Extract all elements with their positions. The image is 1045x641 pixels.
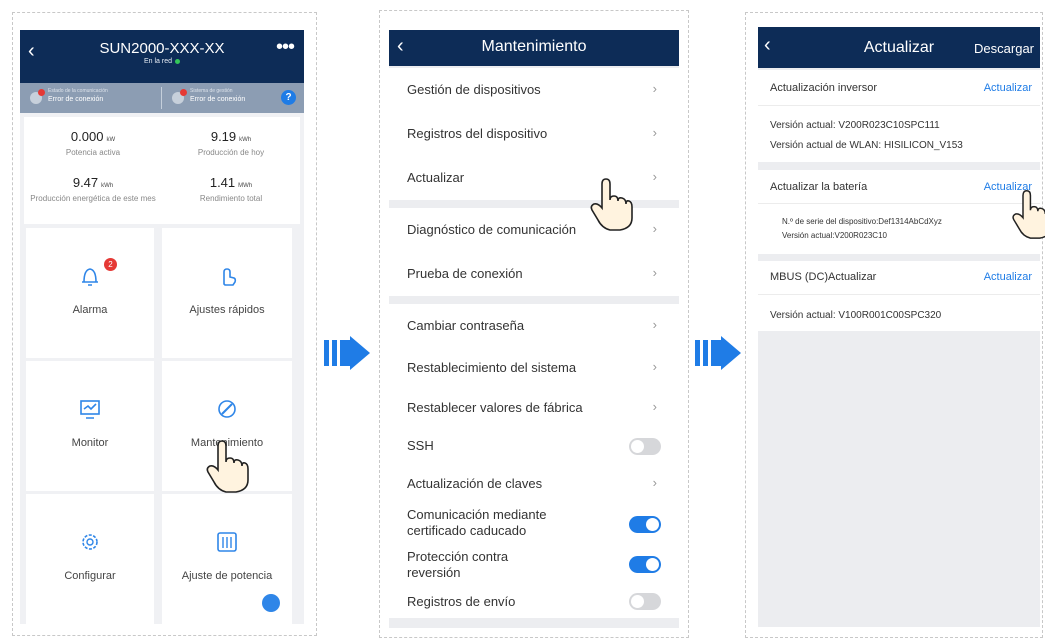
help-icon[interactable]: ? [281, 90, 296, 105]
tile-quick-settings[interactable]: Ajustes rápidos [162, 228, 292, 358]
upgrade-screen: ‹ Actualizar Descargar Actualización inv… [758, 27, 1040, 627]
menu-item-device-management[interactable]: Gestión de dispositivos › [389, 68, 679, 112]
app-header: ‹ SUN2000-XXX-XX En la red ••• [20, 30, 304, 83]
kpi-active-power: 0.000 kW Potencia activa [65, 129, 121, 157]
upgrade-inverter-button[interactable]: Actualizar [984, 82, 1032, 94]
kpi-month-yield: 9.47 kWh Producción energética de este me… [30, 175, 156, 203]
section-inverter-upgrade: Actualización inversor Actualizar Versió… [758, 70, 1040, 162]
send-logs-toggle[interactable] [629, 593, 661, 610]
chart-fab-icon[interactable] [262, 594, 280, 612]
home-screen: ‹ SUN2000-XXX-XX En la red ••• Estado de… [20, 30, 304, 624]
chevron-right-icon: › [652, 81, 657, 96]
chevron-right-icon: › [652, 169, 657, 184]
device-title: SUN2000-XXX-XX [99, 40, 225, 57]
app-header: ‹ Mantenimiento [389, 30, 679, 66]
menu-item-key-update[interactable]: Actualización de claves › [389, 462, 679, 506]
upgrade-mbus-button[interactable]: Actualizar [984, 271, 1032, 283]
bell-icon [82, 268, 98, 286]
page-title: Mantenimiento [481, 38, 587, 55]
rollback-toggle[interactable] [629, 556, 661, 573]
tap-hand-icon [1012, 190, 1045, 239]
kpi-panel: 0.000 kW Potencia activa 9.19 kWh Producci… [24, 117, 300, 224]
tile-monitor[interactable]: Monitor [26, 361, 154, 491]
menu-item-device-logs[interactable]: Registros del dispositivo › [389, 112, 679, 156]
more-icon[interactable]: ••• [276, 36, 295, 59]
menu-item-comm-diagnosis[interactable]: Diagnóstico de comunicación › [389, 208, 679, 252]
chevron-right-icon: › [652, 399, 657, 414]
alarm-count-badge: 2 [104, 258, 117, 271]
tile-power-adjust[interactable]: Ajuste de potencia [162, 494, 292, 624]
monitor-icon [80, 400, 100, 419]
pointer-icon [223, 268, 237, 286]
chevron-right-icon: › [652, 221, 657, 236]
next-step-arrow-icon [324, 336, 370, 370]
cloud-icon [172, 89, 187, 104]
expired-cert-toggle[interactable] [629, 516, 661, 533]
tap-hand-icon [206, 440, 249, 493]
app-header: ‹ Actualizar Descargar [758, 27, 1040, 68]
device-status: En la red [20, 58, 304, 65]
router-icon [30, 89, 45, 104]
menu-item-rollback-protection: Protección contra reversión [389, 544, 679, 584]
chevron-right-icon: › [652, 359, 657, 374]
menu-item-connection-test[interactable]: Prueba de conexión › [389, 252, 679, 296]
sliders-icon [217, 532, 237, 552]
menu-item-change-password[interactable]: Cambiar contraseña › [389, 304, 679, 348]
ssh-toggle[interactable] [629, 438, 661, 455]
tap-hand-icon [590, 178, 633, 231]
wrench-icon [218, 400, 236, 418]
menu-item-expired-cert: Comunicación mediante certificado caduca… [389, 502, 679, 544]
gear-icon [82, 534, 98, 550]
kpi-today-yield: 9.19 kWh Producción de hoy [197, 129, 265, 157]
kpi-total-yield: 1.41 MWh Rendimiento total [199, 175, 263, 203]
next-step-arrow-icon [695, 336, 741, 370]
chevron-right-icon: › [652, 125, 657, 140]
chevron-right-icon: › [652, 317, 657, 332]
menu-item-send-logs: Registros de envío [389, 584, 679, 618]
menu-item-system-reset[interactable]: Restablecimiento del sistema › [389, 346, 679, 390]
online-dot-icon [175, 58, 181, 64]
section-mbus-upgrade: MBUS (DC)Actualizar Actualizar Versión a… [758, 261, 1040, 331]
chevron-right-icon: › [652, 265, 657, 280]
maintenance-screen: ‹ Mantenimiento Gestión de dispositivos ›… [389, 30, 679, 628]
chevron-right-icon: › [652, 475, 657, 490]
section-battery-upgrade: Actualizar la batería Actualizar N.º de … [758, 170, 1040, 254]
status-bar: Estado de la comunicación Error de conex… [20, 83, 304, 113]
tile-alarm[interactable]: 2 Alarma [26, 228, 154, 358]
menu-item-upgrade[interactable]: Actualizar › [389, 156, 679, 200]
download-button[interactable]: Descargar [974, 41, 1034, 56]
tile-settings[interactable]: Configurar [26, 494, 154, 624]
